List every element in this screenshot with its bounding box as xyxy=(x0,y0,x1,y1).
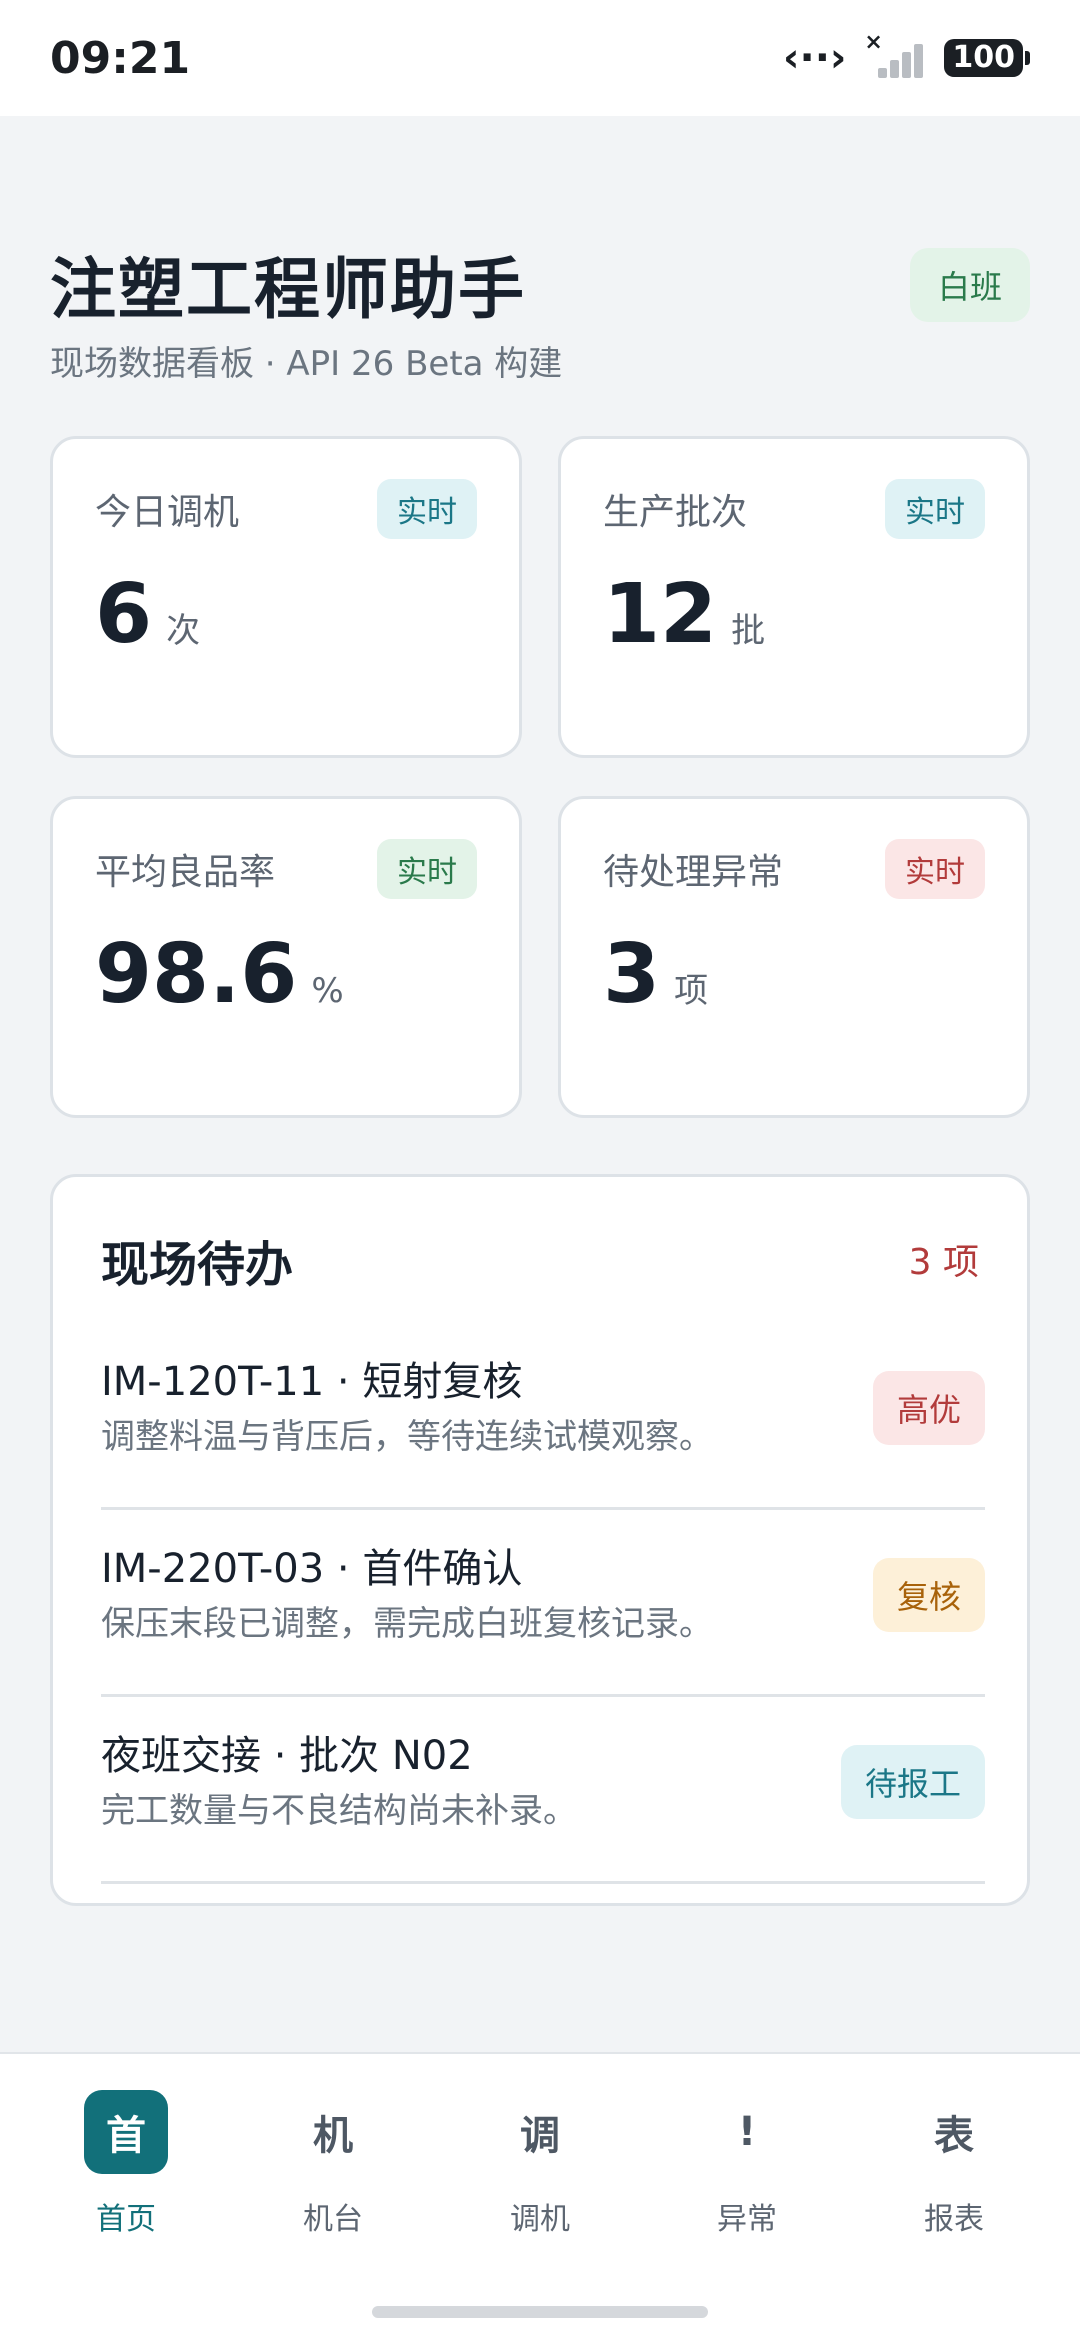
machine-icon: 机 xyxy=(313,2113,353,2159)
nav-item-home[interactable]: 首 首页 xyxy=(46,2090,206,2237)
stat-unit: 次 xyxy=(166,611,201,651)
stat-value: 6 xyxy=(95,567,153,662)
pending-report-badge: 待报工 xyxy=(840,1745,985,1819)
nav-item-exceptions[interactable]: ! 异常 xyxy=(667,2090,827,2237)
home-icon: 首 xyxy=(84,2090,168,2174)
page-title: 注塑工程师助手 xyxy=(50,251,526,328)
nav-item-machines[interactable]: 机 机台 xyxy=(253,2090,413,2237)
todo-title: 现场待办 xyxy=(101,1237,294,1293)
adjustment-icon: 调 xyxy=(520,2113,560,2159)
shift-badge[interactable]: 白班 xyxy=(909,248,1030,322)
page-header: 注塑工程师助手 现场数据看板 · API 26 Beta 构建 白班 xyxy=(50,236,1030,384)
nav-item-adjustment[interactable]: 调 调机 xyxy=(460,2090,620,2237)
todo-count: 3 项 xyxy=(908,1242,979,1283)
stat-label: 今日调机 xyxy=(95,492,240,533)
todo-item-title: IM-220T-03 · 首件确认 xyxy=(101,1546,523,1592)
nav-label: 调机 xyxy=(510,2202,570,2237)
stat-card-adjustments[interactable]: 今日调机 实时 6 次 xyxy=(50,436,522,758)
report-icon: 表 xyxy=(934,2113,974,2159)
nav-label: 机台 xyxy=(303,2202,363,2237)
todo-card: 现场待办 3 项 IM-120T-11 · 短射复核 调整料温与背压后，等待连续… xyxy=(50,1174,1030,1906)
nav-label: 报表 xyxy=(924,2202,984,2237)
stat-unit: 批 xyxy=(731,611,766,651)
stat-unit: 项 xyxy=(674,971,709,1011)
stat-label: 平均良品率 xyxy=(95,852,276,893)
stat-card-batches[interactable]: 生产批次 实时 12 批 xyxy=(558,436,1030,758)
page-subtitle: 现场数据看板 · API 26 Beta 构建 xyxy=(50,344,563,384)
realtime-badge: 实时 xyxy=(885,839,985,899)
home-indicator[interactable] xyxy=(372,2306,708,2318)
todo-item-title: IM-120T-11 · 短射复核 xyxy=(101,1359,523,1405)
stat-value: 12 xyxy=(603,567,718,662)
todo-item-desc: 调整料温与背压后，等待连续试模观察。 xyxy=(101,1417,713,1457)
stat-card-pending-exceptions[interactable]: 待处理异常 实时 3 项 xyxy=(558,796,1030,1118)
bottom-nav: 首 首页 机 机台 调 调机 ! 异常 表 报表 xyxy=(0,2052,1080,2340)
review-badge: 复核 xyxy=(872,1558,985,1632)
realtime-badge: 实时 xyxy=(885,479,985,539)
todo-item-title: 夜班交接 · 批次 N02 xyxy=(101,1733,473,1779)
data-transfer-icon: ‹··› xyxy=(783,35,847,81)
status-bar: 09:21 ‹··› × 100 xyxy=(0,0,1080,116)
realtime-badge: 实时 xyxy=(377,479,477,539)
nav-label: 异常 xyxy=(717,2202,777,2237)
realtime-badge: 实时 xyxy=(377,839,477,899)
battery-icon: 100 xyxy=(944,39,1030,77)
stat-value: 98.6 xyxy=(95,927,298,1022)
todo-item-desc: 保压末段已调整，需完成白班复核记录。 xyxy=(101,1604,713,1644)
stat-unit: % xyxy=(311,971,344,1011)
stat-label: 生产批次 xyxy=(603,492,748,533)
status-time: 09:21 xyxy=(50,32,191,84)
stat-card-yield-rate[interactable]: 平均良品率 实时 98.6 % xyxy=(50,796,522,1118)
nav-label: 首页 xyxy=(96,2202,156,2237)
todo-item[interactable]: 夜班交接 · 批次 N02 完工数量与不良结构尚未补录。 待报工 xyxy=(101,1697,985,1884)
nav-item-reports[interactable]: 表 报表 xyxy=(874,2090,1034,2237)
signal-icon: × xyxy=(864,30,926,80)
todo-item[interactable]: IM-220T-03 · 首件确认 保压末段已调整，需完成白班复核记录。 复核 xyxy=(101,1510,985,1697)
status-icons: ‹··› × 100 xyxy=(783,30,1030,81)
stat-label: 待处理异常 xyxy=(603,852,784,893)
todo-item[interactable]: IM-120T-11 · 短射复核 调整料温与背压后，等待连续试模观察。 高优 xyxy=(101,1323,985,1510)
todo-item-desc: 完工数量与不良结构尚未补录。 xyxy=(101,1791,577,1831)
battery-level: 100 xyxy=(944,39,1023,77)
priority-badge: 高优 xyxy=(872,1371,985,1445)
stat-value: 3 xyxy=(603,927,661,1022)
alert-icon: ! xyxy=(737,2109,757,2155)
